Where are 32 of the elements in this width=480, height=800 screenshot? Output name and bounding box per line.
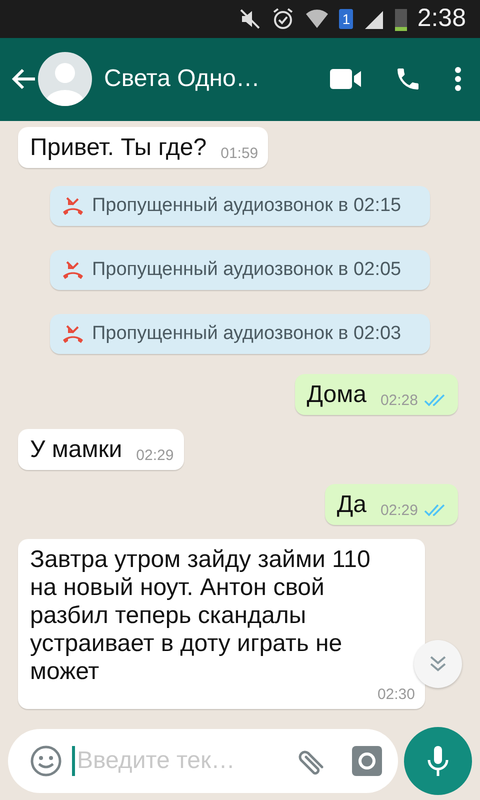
contact-name[interactable]: Света Одно… — [104, 65, 306, 94]
microphone-icon[interactable] — [427, 745, 449, 778]
mute-icon — [239, 8, 262, 30]
missed-call-icon — [62, 196, 84, 216]
missed-call-text: Пропущенный аудиозвонок в 02:15 — [92, 194, 402, 217]
alarm-icon — [271, 6, 296, 31]
message-text: У мамки — [30, 436, 122, 464]
sim-badge: 1 — [339, 8, 354, 29]
signal-icon — [363, 8, 386, 29]
missed-call-icon — [62, 260, 84, 280]
video-camera-icon[interactable] — [330, 69, 362, 90]
camera-icon[interactable] — [352, 746, 382, 776]
message-text: Привет. Ты где? — [30, 134, 207, 162]
scroll-down-button[interactable] — [414, 640, 462, 688]
menu-icon[interactable] — [454, 66, 462, 92]
clock-time: 2:38 — [417, 4, 466, 34]
missed-call-text: Пропущенный аудиозвонок в 02:05 — [92, 258, 402, 281]
back-arrow-icon[interactable] — [11, 67, 37, 92]
message-time: 02:28 — [380, 392, 418, 409]
message-time: 02:29 — [136, 446, 174, 464]
message-text: Дома — [306, 380, 366, 409]
missed-call-icon — [62, 324, 84, 344]
message-time: 01:59 — [220, 144, 258, 162]
emoji-icon[interactable] — [30, 745, 62, 778]
missed-call-text: Пропущенный аудиозвонок в 02:03 — [92, 322, 402, 345]
message-text: Завтра утром зайду займи 110 на новый ноут. Антон свой разбил теперь скандалы устраивает в доту играть не может — [30, 546, 372, 686]
message-time: 02:29 — [380, 502, 418, 519]
message-time: 02:30 — [377, 686, 415, 703]
battery-icon — [395, 6, 408, 31]
wifi-icon — [305, 8, 330, 30]
double-chevron-down-icon[interactable] — [428, 654, 448, 673]
message-text: Да — [336, 490, 366, 519]
